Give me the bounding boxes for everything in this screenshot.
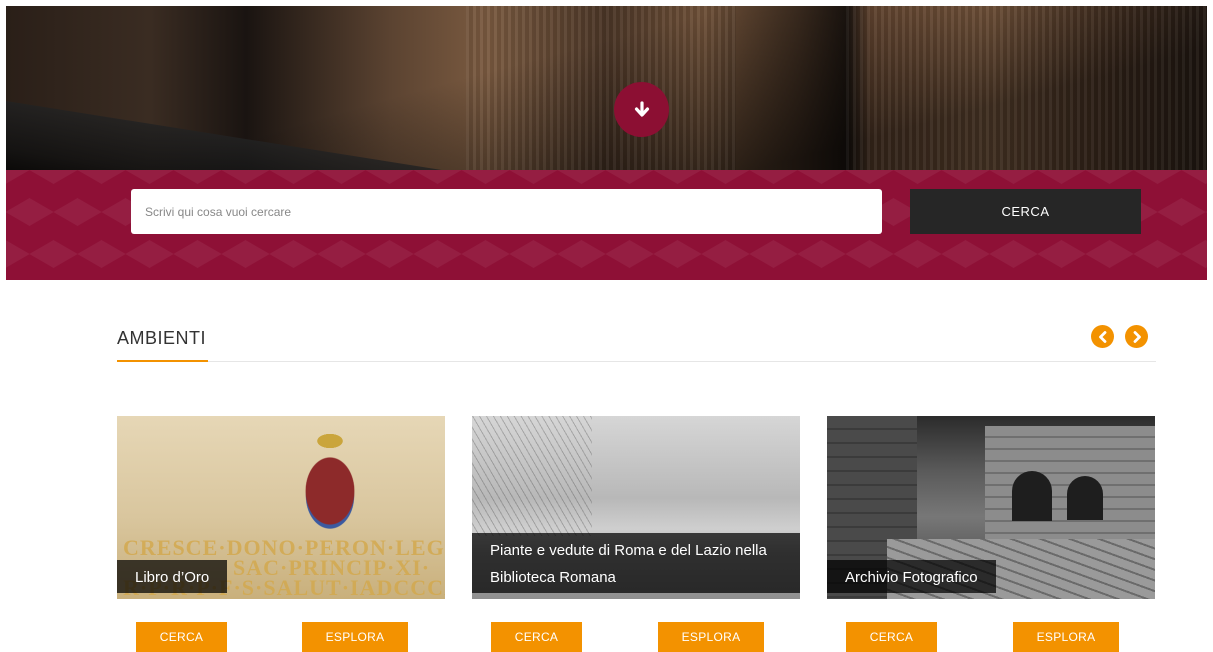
- hero-shelf: [6, 101, 906, 170]
- section-title-underline: [117, 360, 208, 362]
- card-explore-button[interactable]: ESPLORA: [1013, 622, 1119, 652]
- card-image-arch: [1012, 471, 1052, 521]
- search-band: CERCA: [6, 170, 1207, 280]
- search-input[interactable]: [131, 189, 882, 234]
- card-image-arch: [1067, 476, 1103, 520]
- card-search-button[interactable]: CERCA: [846, 622, 937, 652]
- hero-plank: [846, 6, 1207, 170]
- card-caption: Piante e vedute di Roma e del Lazio nell…: [472, 533, 800, 593]
- card-search-button[interactable]: CERCA: [136, 622, 227, 652]
- arrow-down-icon: [634, 100, 649, 117]
- card-piante-vedute[interactable]: Piante e vedute di Roma e del Lazio nell…: [472, 416, 800, 599]
- carousel-next-button[interactable]: [1125, 325, 1148, 348]
- carousel-prev-button[interactable]: [1091, 325, 1114, 348]
- card-caption: Archivio Fotografico: [827, 560, 996, 593]
- hero-plank: [466, 6, 736, 170]
- scroll-down-button[interactable]: [614, 82, 669, 137]
- card-search-button[interactable]: CERCA: [491, 622, 582, 652]
- section-divider: [117, 361, 1156, 362]
- card-explore-button[interactable]: ESPLORA: [658, 622, 764, 652]
- search-button[interactable]: CERCA: [910, 189, 1141, 234]
- chevron-left-icon: [1098, 330, 1106, 343]
- section-title: AMBIENTI: [117, 328, 207, 348]
- card-archivio-fotografico[interactable]: Archivio Fotografico: [827, 416, 1155, 599]
- hero-banner: [6, 6, 1207, 170]
- card-image-tree: [472, 416, 592, 536]
- chevron-right-icon: [1133, 330, 1141, 343]
- card-caption: Libro d’Oro: [117, 560, 228, 593]
- card-explore-button[interactable]: ESPLORA: [302, 622, 408, 652]
- card-libro-oro[interactable]: CRESCE·DONO·PERON·LEGAX SAC·PRINCIP·XI· …: [117, 416, 445, 599]
